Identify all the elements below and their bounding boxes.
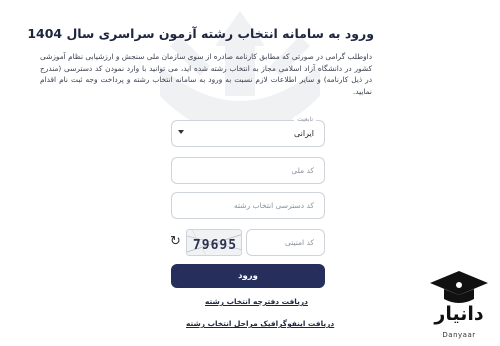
security-code-input[interactable]	[247, 230, 324, 255]
captcha-text: 79695	[193, 238, 237, 253]
brand-name: دانیار	[434, 303, 484, 325]
nationality-label: تابعیت	[294, 116, 316, 123]
danyaar-logo: دانیار Danyaar	[422, 267, 496, 343]
chevron-down-icon	[178, 130, 184, 134]
download-booklet-link[interactable]: دریافت دفترچه انتخاب رشته	[205, 297, 308, 306]
security-code-field-wrapper	[246, 229, 325, 256]
access-code-input[interactable]	[172, 193, 324, 218]
captcha-image: 79695	[186, 229, 242, 256]
national-code-input[interactable]	[172, 158, 324, 183]
page-title: ورود به سامانه انتخاب رشته آزمون سراسری …	[27, 26, 374, 41]
intro-paragraph: داوطلب گرامی در صورتی که مطابق کارنامه ص…	[39, 52, 372, 96]
login-button[interactable]: ورود	[171, 264, 325, 288]
national-code-field-wrapper	[171, 157, 325, 184]
nationality-value: ایرانی	[294, 129, 314, 138]
nationality-select[interactable]: تابعیت ایرانی	[171, 116, 325, 147]
download-infographic-link[interactable]: دریافت اینفوگرافیک مراحل انتخاب رشته	[186, 319, 334, 328]
graduation-cap-icon	[430, 271, 488, 303]
access-code-field-wrapper	[171, 192, 325, 219]
refresh-captcha-icon[interactable]: ↻	[170, 234, 182, 250]
brand-subtitle: Danyaar	[442, 331, 476, 339]
